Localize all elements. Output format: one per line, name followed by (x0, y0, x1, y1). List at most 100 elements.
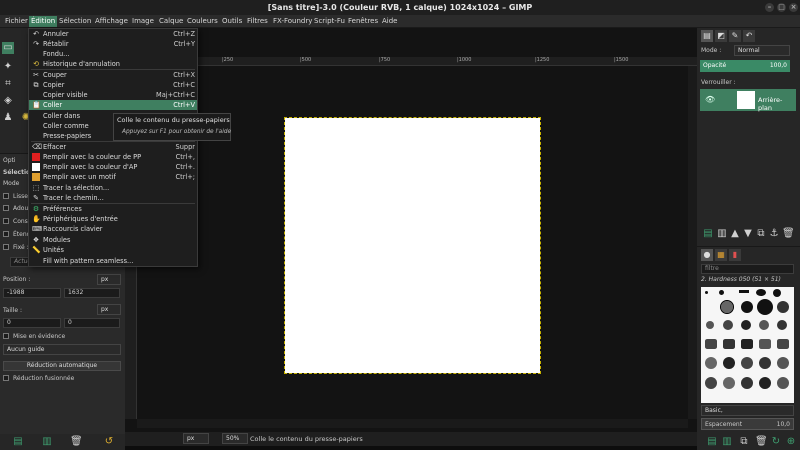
rounded-checkbox[interactable] (3, 218, 9, 224)
layer-mode-dropdown[interactable]: Normal (734, 45, 790, 56)
menu-image[interactable]: Image (130, 16, 156, 27)
brush-thumb[interactable] (777, 377, 789, 389)
brush-thumb[interactable] (706, 321, 714, 329)
brush-thumb[interactable] (741, 339, 753, 349)
brush-thumb[interactable] (759, 320, 769, 330)
anchor-layer-icon[interactable]: ⚓ (768, 228, 780, 240)
brush-thumb[interactable] (723, 357, 735, 369)
highlight-checkbox[interactable] (3, 333, 9, 339)
size-w-field[interactable]: 0 (3, 318, 61, 328)
menu-script-fu[interactable]: Script-Fu (312, 16, 347, 27)
menu-aide[interactable]: Aide (380, 16, 399, 27)
menu-couleurs[interactable]: Couleurs (185, 16, 220, 27)
brush-thumb[interactable] (759, 377, 771, 389)
zoom-dropdown[interactable]: 50% (222, 433, 248, 444)
brush-thumb[interactable] (719, 290, 724, 295)
undo-history-tab-icon[interactable]: ↶ (743, 30, 755, 42)
menu-item-fondu[interactable]: Fondu... (29, 49, 197, 59)
position-unit-dropdown[interactable]: px (97, 274, 121, 285)
menu-item-unites[interactable]: 📏 Unités (29, 245, 197, 255)
menu-filtres[interactable]: Filtres (245, 16, 270, 27)
brush-thumb[interactable] (741, 301, 753, 313)
expand-checkbox[interactable] (3, 231, 9, 237)
fuzzy-select-tool-icon[interactable]: ✦ (2, 61, 14, 73)
horizontal-scrollbar[interactable] (137, 419, 688, 428)
menu-outils[interactable]: Outils (220, 16, 244, 27)
eye-icon[interactable]: 👁 (705, 95, 715, 104)
new-brush-icon[interactable]: ▥ (721, 436, 733, 448)
brush-thumb[interactable] (777, 357, 789, 369)
patterns-tab-icon[interactable]: ▦ (715, 249, 727, 261)
size-unit-dropdown[interactable]: px (97, 304, 121, 315)
brush-thumb[interactable] (777, 320, 787, 330)
save-options-icon[interactable]: ▤ (12, 436, 24, 448)
new-layer-icon[interactable]: ▤ (702, 228, 714, 240)
duplicate-brush-icon[interactable]: ⧉ (738, 436, 750, 448)
delete-brush-icon[interactable]: 🗑 (755, 436, 768, 448)
lower-layer-icon[interactable]: ▼ (742, 228, 754, 240)
brush-thumb[interactable] (705, 357, 717, 369)
brush-thumb[interactable] (741, 357, 753, 369)
brush-filter-input[interactable]: filtre (701, 264, 794, 274)
gradients-tab-icon[interactable]: ▮ (729, 249, 741, 261)
minimize-button[interactable]: – (765, 3, 774, 12)
tool-options-tab[interactable]: Opti (3, 157, 16, 164)
clone-tool-icon[interactable]: ♟ (2, 112, 14, 124)
vertical-scrollbar[interactable] (688, 66, 697, 419)
brush-thumb[interactable] (723, 320, 733, 330)
brush-thumb[interactable] (777, 339, 789, 349)
brush-thumb[interactable] (756, 289, 766, 296)
unit-dropdown[interactable]: px (183, 433, 209, 444)
menu-item-remplir-pp[interactable]: Remplir avec la couleur de PP Ctrl+, (29, 152, 197, 162)
position-y-field[interactable]: 1632 (64, 288, 120, 298)
menu-affichage[interactable]: Affichage (93, 16, 130, 27)
brush-tag-dropdown[interactable]: Basic, (701, 405, 794, 416)
menu-item-coller[interactable]: 📋 Coller Ctrl+V (29, 100, 197, 110)
raise-layer-icon[interactable]: ▲ (729, 228, 741, 240)
auto-shrink-button[interactable]: Réduction automatique (3, 361, 121, 371)
crop-tool-icon[interactable]: ⌗ (2, 78, 14, 90)
reset-options-icon[interactable]: ↺ (103, 436, 115, 448)
brushes-tab-icon[interactable]: ● (701, 249, 713, 261)
brush-thumb[interactable] (759, 339, 771, 349)
opacity-slider[interactable]: Opacité 100,0 (700, 60, 790, 72)
image-canvas[interactable] (284, 117, 541, 374)
brush-thumb[interactable] (723, 339, 735, 349)
bucket-tool-icon[interactable]: ◈ (2, 95, 14, 107)
size-h-field[interactable]: 0 (64, 318, 120, 328)
menu-item-tracer-chemin[interactable]: ✎ Tracer le chemin... (29, 193, 197, 203)
antialias-checkbox[interactable] (3, 193, 9, 199)
menu-item-copier-visible[interactable]: Copier visible Maj+Ctrl+C (29, 90, 197, 100)
menu-item-remplir-ap[interactable]: Remplir avec la couleur d'AP Ctrl+. (29, 162, 197, 172)
duplicate-layer-icon[interactable]: ⧉ (755, 228, 767, 240)
new-group-icon[interactable]: ▥ (716, 228, 728, 240)
menu-item-retablir[interactable]: ↷ Rétablir Ctrl+Y (29, 39, 197, 49)
edit-brush-icon[interactable]: ▤ (706, 436, 718, 448)
refresh-brushes-icon[interactable]: ↻ (770, 436, 782, 448)
menu-fenetres[interactable]: Fenêtres (346, 16, 380, 27)
brush-thumb[interactable] (723, 377, 735, 389)
brush-thumb[interactable] (705, 377, 717, 389)
menu-item-remplir-motif[interactable]: Remplir avec un motif Ctrl+; (29, 172, 197, 182)
menu-fx-foundry[interactable]: FX-Foundry (271, 16, 314, 27)
brush-thumb[interactable] (759, 357, 771, 369)
menu-selection[interactable]: Sélection (57, 16, 93, 27)
brush-thumb[interactable] (757, 299, 773, 315)
menu-fichier[interactable]: Fichier (3, 16, 30, 27)
brush-thumb[interactable] (741, 377, 753, 389)
menu-item-effacer[interactable]: ⌫ Effacer Suppr (29, 142, 197, 152)
menu-edition[interactable]: Édition (29, 16, 58, 27)
delete-options-icon[interactable]: 🗑 (70, 436, 83, 448)
shrink-merged-checkbox[interactable] (3, 375, 9, 381)
brush-thumb[interactable] (705, 291, 708, 294)
brush-thumb[interactable] (773, 289, 781, 297)
brush-grid[interactable] (701, 287, 794, 403)
delete-layer-icon[interactable]: 🗑 (782, 228, 795, 240)
close-button[interactable]: × (789, 3, 798, 12)
brush-thumb[interactable] (777, 301, 789, 313)
menu-item-couper[interactable]: ✂ Couper Ctrl+X (29, 70, 197, 80)
paths-tab-icon[interactable]: ✎ (729, 30, 741, 42)
brush-thumb[interactable] (741, 320, 751, 330)
menu-item-preferences[interactable]: ⚙ Préférences (29, 204, 197, 214)
feather-checkbox[interactable] (3, 205, 9, 211)
